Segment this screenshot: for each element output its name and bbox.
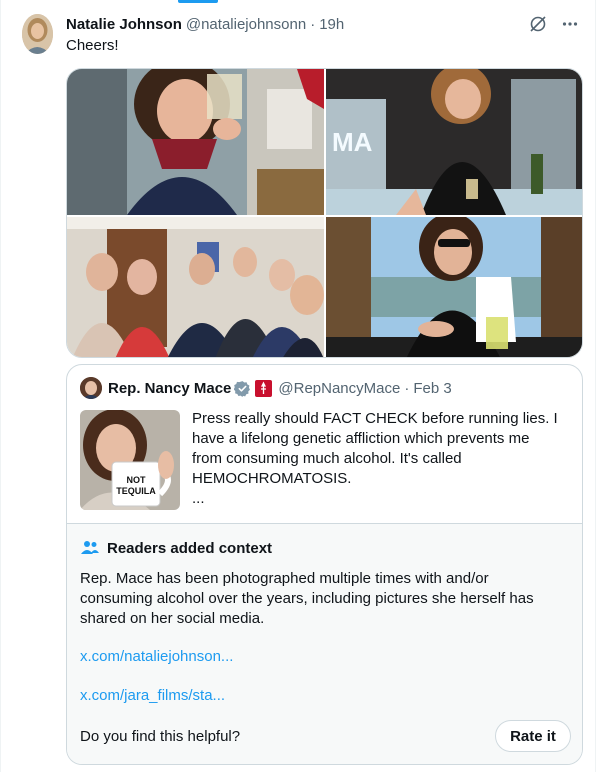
quote-header: Rep. Nancy Mace @RepNancyMace · Feb 3 (80, 377, 452, 399)
grok-icon[interactable] (528, 14, 548, 34)
tweet-text: Cheers! (66, 37, 119, 54)
community-note-heading: Readers added context (107, 539, 273, 557)
community-note: Readers added context Rep. Mace has been… (67, 523, 582, 764)
quote-date[interactable]: Feb 3 (413, 380, 451, 397)
note-body-line: Rep. Mace has been photographed multiple… (80, 570, 489, 587)
quote-thumbnail-not-tequila-mug[interactable]: NOT TEQUILA (80, 410, 180, 510)
people-icon (80, 538, 100, 558)
congress-flag-icon (255, 379, 273, 397)
note-body-line: shared on her social media. (80, 610, 265, 627)
quote-text-line: Press really should FACT CHECK before ru… (192, 410, 558, 427)
photo-group-office-toast[interactable] (67, 217, 324, 357)
tweet-timestamp[interactable]: 19h (319, 16, 344, 33)
tweet-media-grid: MA (66, 68, 583, 358)
gov-verified-icon (234, 380, 251, 397)
quote-text: Press really should FACT CHECK before ru… (192, 409, 572, 509)
mug-text-line1: NOT (127, 475, 147, 485)
tweet-header: Natalie Johnson @nataliejohnsonn · 19h (66, 14, 580, 34)
helpful-question: Do you find this helpful? (80, 728, 241, 745)
photo-woman-ice-sculpture[interactable]: MA (326, 69, 582, 215)
quote-text-line: HEMOCHROMATOSIS. (192, 470, 352, 487)
note-source-link-2[interactable]: x.com/jara_films/sta... (80, 687, 225, 704)
mug-text-line2: TEQUILA (116, 486, 156, 496)
quoted-tweet[interactable]: Rep. Nancy Mace @RepNancyMace · Feb 3 NO… (66, 364, 583, 765)
quote-text-line: from consuming much alcohol. It's called (192, 450, 462, 467)
author-name[interactable]: Natalie Johnson (66, 16, 182, 33)
photo-woman-raising-glass[interactable] (67, 69, 324, 215)
quote-separator-dot: · (404, 379, 410, 397)
author-avatar[interactable] (22, 14, 53, 54)
quote-author-handle[interactable]: @RepNancyMace (278, 380, 400, 397)
photo-woman-marina-drink[interactable] (326, 217, 582, 357)
community-note-title: Readers added context (80, 538, 272, 558)
quote-author-name[interactable]: Rep. Nancy Mace (108, 380, 231, 397)
note-source-link-1[interactable]: x.com/nataliejohnson... (80, 648, 233, 665)
more-icon[interactable] (560, 14, 580, 34)
ice-sculpture-text: MA (332, 127, 373, 157)
quote-text-line: have a lifelong genetic affliction which… (192, 430, 530, 447)
active-tab-indicator (178, 0, 218, 3)
community-note-body: Rep. Mace has been photographed multiple… (80, 569, 560, 629)
header-actions (528, 14, 580, 34)
separator-dot: · (310, 15, 316, 33)
rate-it-button[interactable]: Rate it (495, 720, 571, 752)
author-handle[interactable]: @nataliejohnsonn (186, 16, 306, 33)
quote-text-ellipsis: ... (192, 490, 205, 507)
quote-author-avatar[interactable] (80, 377, 102, 399)
note-body-line: consuming alcohol over the years, includ… (80, 590, 534, 607)
